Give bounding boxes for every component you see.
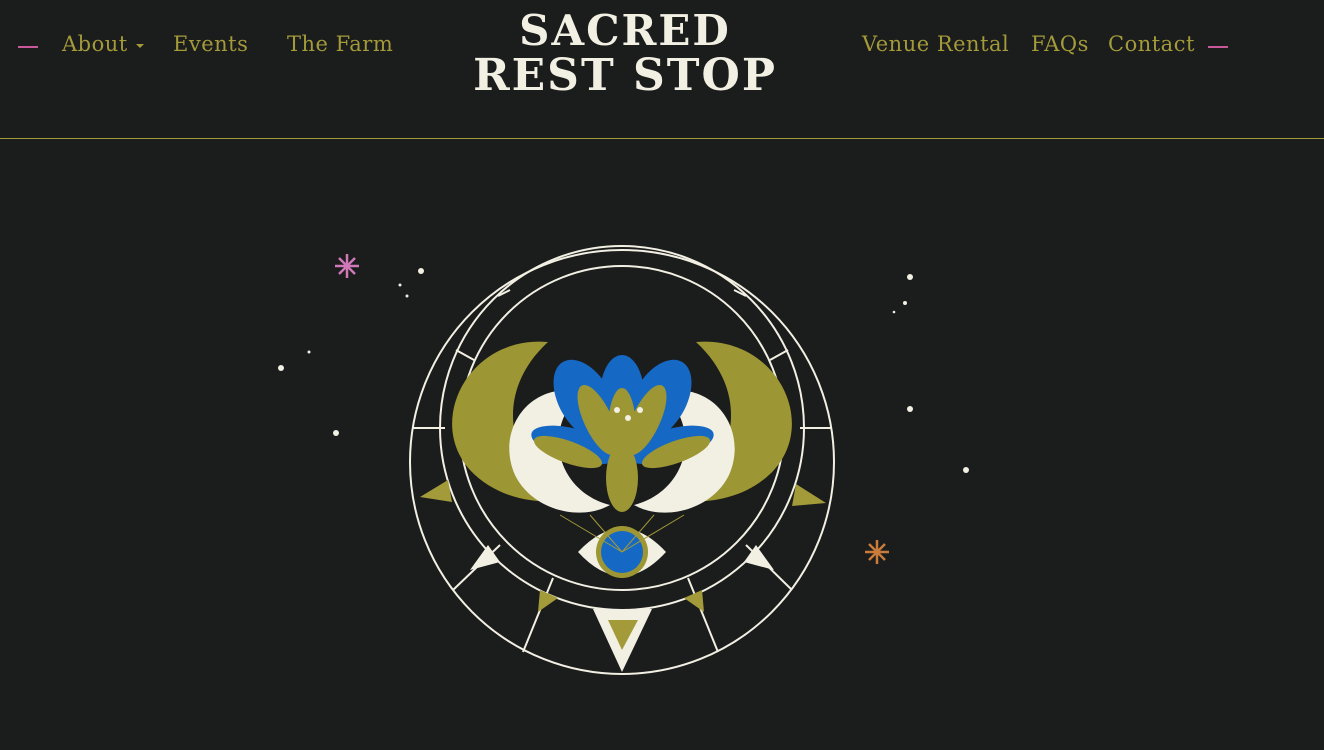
lotus-moon-illustration [278, 245, 969, 675]
pink-star-icon [335, 254, 359, 278]
eye-icon [559, 514, 685, 578]
orange-star-icon [865, 540, 889, 564]
